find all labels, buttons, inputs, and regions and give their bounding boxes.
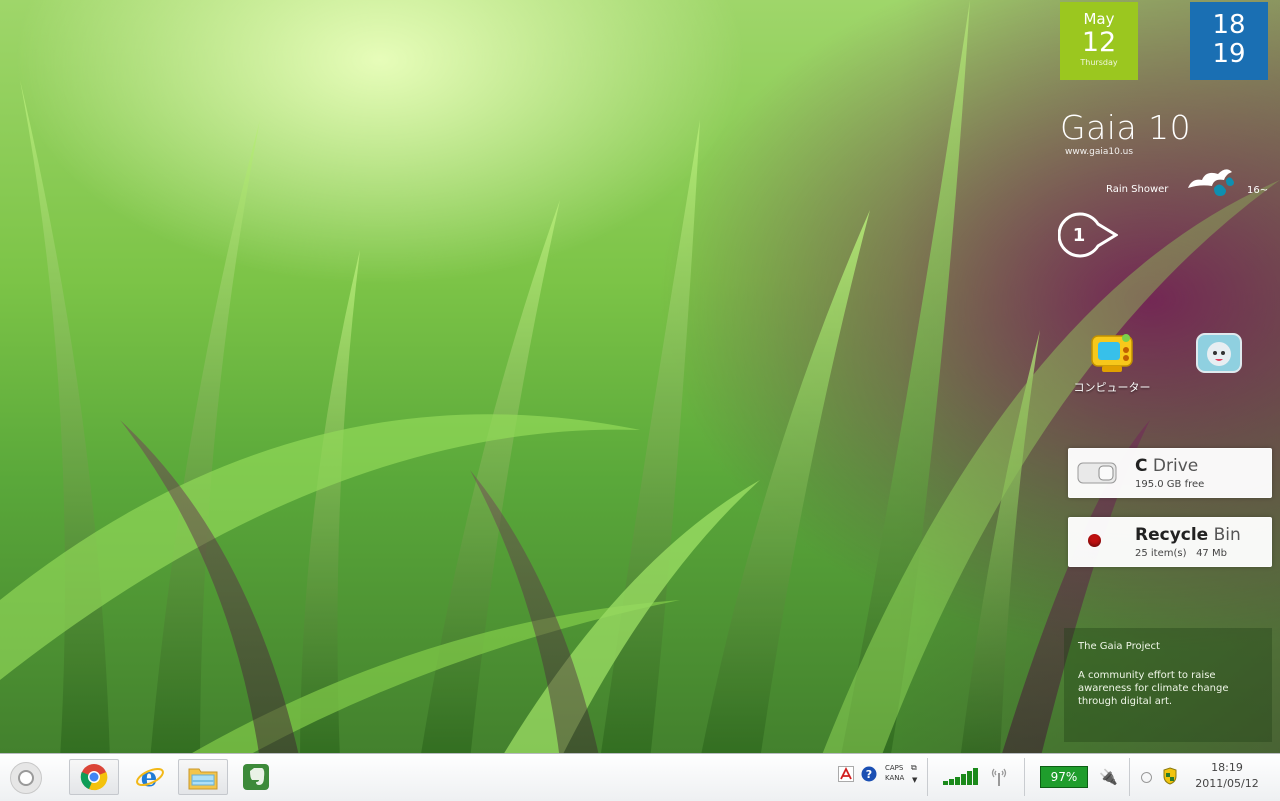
clock-date: 2011/05/12: [1195, 777, 1259, 790]
computer-icon: [1091, 334, 1133, 372]
taskbar-chrome-button[interactable]: [69, 759, 119, 795]
cat-folder-icon: [1196, 333, 1242, 373]
drive-title: C Drive: [1135, 456, 1198, 476]
kana-label: KANA: [885, 774, 905, 782]
antenna-icon[interactable]: [989, 765, 1009, 787]
desktop-icon-computer[interactable]: コンピューター: [1066, 328, 1158, 395]
start-button[interactable]: [10, 762, 42, 794]
acrobat-tray-icon[interactable]: [838, 766, 854, 782]
recycle-title-light: Bin: [1213, 525, 1241, 545]
chevron-down-icon[interactable]: ▼: [912, 776, 917, 784]
ime-status[interactable]: CAPS KANA: [885, 763, 904, 783]
drive-icon: [1077, 462, 1117, 484]
badge-count: 1: [1073, 225, 1086, 246]
desktop-icon-cat-folder[interactable]: [1192, 328, 1246, 381]
time-hour: 18: [1212, 10, 1246, 40]
recycle-indicator-icon: [1088, 534, 1101, 547]
brand-block: Gaia 10 www.gaia10.us: [1060, 108, 1191, 157]
clock-time: 18:19: [1211, 761, 1243, 774]
date-day: 12: [1081, 27, 1117, 58]
svg-text:e: e: [141, 763, 158, 792]
date-tile[interactable]: May 12 Thursday: [1060, 2, 1138, 80]
panel-heading: The Gaia Project: [1078, 641, 1160, 652]
weather-temperature: 16~: [1247, 185, 1269, 196]
restore-icon[interactable]: ⧉: [911, 763, 917, 773]
recycle-info: 25 item(s) 47 Mb: [1135, 548, 1227, 559]
evernote-icon: [243, 764, 269, 790]
date-month: May: [1083, 10, 1115, 28]
drive-title-light: Drive: [1152, 456, 1199, 476]
time-minute: 19: [1212, 39, 1246, 69]
weather-condition: Rain Shower: [1106, 184, 1169, 195]
drive-free-space: 195.0 GB free: [1135, 479, 1205, 490]
c-drive-gadget[interactable]: C Drive 195.0 GB free: [1068, 448, 1272, 498]
taskbar-ie-button[interactable]: e: [125, 759, 175, 795]
rain-cloud-icon: [1188, 169, 1234, 196]
desktop-icon-label: コンピューター: [1073, 381, 1151, 394]
taskbar-explorer-button[interactable]: [178, 759, 228, 795]
recycle-items: 25 item(s): [1135, 548, 1187, 559]
drive-title-bold: C: [1135, 456, 1148, 476]
internet-explorer-icon: e: [136, 763, 164, 792]
panel-text: A community effort to raise awareness fo…: [1078, 670, 1229, 707]
help-tray-icon[interactable]: ?: [861, 766, 877, 782]
power-plug-icon[interactable]: 🔌: [1099, 768, 1118, 786]
recycle-title: Recycle Bin: [1135, 525, 1241, 545]
brand-title: Gaia 10: [1060, 108, 1192, 147]
security-shield-icon[interactable]: [1163, 767, 1177, 785]
recycle-size: 47 Mb: [1196, 548, 1227, 559]
signal-strength-icon[interactable]: [943, 767, 985, 785]
date-weekday: Thursday: [1080, 58, 1118, 67]
time-tile[interactable]: 18 19: [1190, 2, 1268, 80]
battery-indicator[interactable]: 97%: [1040, 766, 1088, 788]
svg-text:?: ?: [866, 768, 872, 781]
brand-url: www.gaia10.us: [1065, 147, 1134, 157]
circle-tray-icon[interactable]: [1141, 772, 1152, 783]
taskbar: e ? CAPS KANA ⧉ ▼ 🔌: [0, 753, 1280, 801]
tray-separator: [1129, 758, 1130, 796]
taskbar-clock[interactable]: 18:19 2011/05/12: [1192, 760, 1262, 792]
recycle-title-bold: Recycle: [1135, 525, 1209, 545]
caps-label: CAPS: [885, 764, 904, 772]
gaia-project-panel: The Gaia Project A community effort to r…: [1064, 628, 1272, 742]
temperature-value: 16: [1247, 185, 1260, 196]
tray-separator: [927, 758, 928, 796]
chrome-icon: [80, 764, 108, 791]
notification-badge[interactable]: 1: [1058, 212, 1118, 258]
file-explorer-icon: [188, 768, 218, 790]
recycle-bin-gadget[interactable]: Recycle Bin 25 item(s) 47 Mb: [1068, 517, 1272, 567]
tray-separator: [1024, 758, 1025, 796]
taskbar-evernote-button[interactable]: [231, 759, 281, 795]
